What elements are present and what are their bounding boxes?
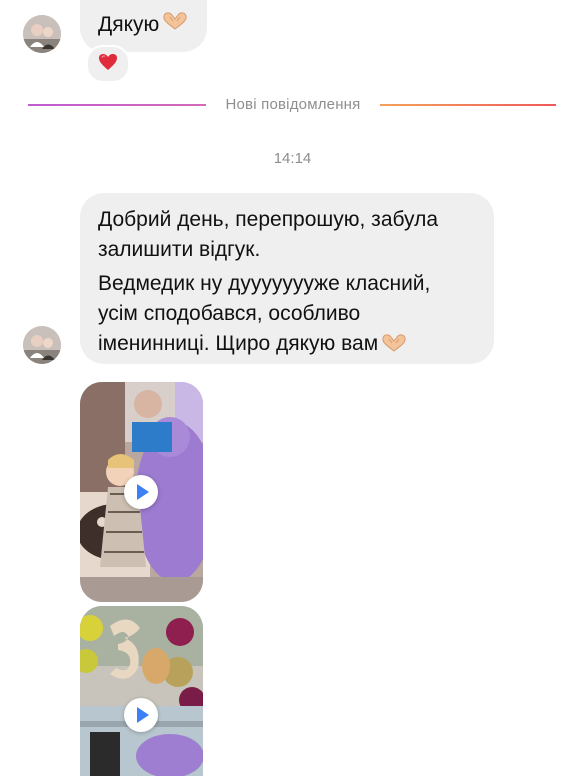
heart-hands-icon bbox=[161, 10, 189, 40]
video-attachment[interactable] bbox=[80, 382, 203, 602]
timestamp: 14:14 bbox=[273, 150, 312, 167]
play-icon bbox=[124, 475, 158, 509]
play-button[interactable] bbox=[124, 475, 158, 509]
new-messages-divider: Нові повідомлення bbox=[225, 96, 361, 113]
contact-avatar[interactable] bbox=[23, 326, 61, 364]
divider-line-right bbox=[380, 104, 556, 106]
reaction-badge[interactable] bbox=[86, 45, 130, 83]
play-button[interactable] bbox=[124, 698, 158, 732]
contact-avatar[interactable] bbox=[23, 15, 61, 53]
divider-line-left bbox=[28, 104, 206, 106]
video-attachment[interactable] bbox=[80, 606, 203, 776]
message-bubble-thanks[interactable]: Дякую bbox=[80, 0, 208, 52]
red-heart-icon bbox=[98, 53, 118, 76]
play-icon bbox=[124, 698, 158, 732]
message-text: Дякую bbox=[98, 13, 160, 36]
message-paragraph: Добрий день, перепрошую, забула залишити… bbox=[98, 208, 439, 261]
message-bubble-review[interactable]: Добрий день, перепрошую, забула залишити… bbox=[80, 193, 494, 364]
heart-hands-icon bbox=[380, 332, 408, 362]
